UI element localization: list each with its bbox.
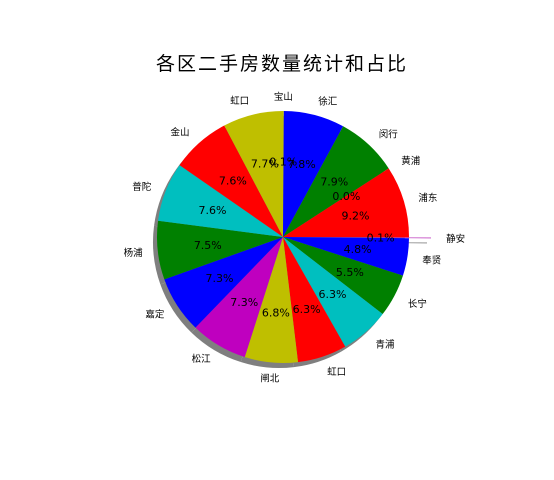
pie-chart: 各区二手房数量统计和占比 0.1%7.8%7.9%0.0%9.2%0.1%4.8…	[124, 53, 465, 385]
pie-percent-label: 7.3%	[230, 296, 258, 309]
pie-category-label: 奉贤	[422, 255, 442, 267]
pie-category-label: 金山	[170, 126, 189, 138]
pie-category-label: 松江	[192, 353, 212, 365]
pie-category-label: 浦东	[418, 192, 437, 204]
pie-category-label: 宝山	[274, 91, 293, 103]
pie-percent-label: 7.6%	[219, 174, 247, 187]
pie-category-label: 徐汇	[318, 95, 338, 107]
pie-percent-label: 6.3%	[293, 303, 321, 316]
pie-percent-label: 6.8%	[262, 306, 290, 319]
pie-percent-label: 4.8%	[344, 243, 372, 256]
pie-category-label: 虹口	[327, 367, 346, 378]
pie-category-label: 闸北	[260, 373, 280, 385]
pie-category-label: 黄浦	[401, 155, 421, 167]
pie-percent-label: 7.9%	[320, 176, 348, 189]
pie-category-label: 静安	[446, 233, 465, 245]
pie-percent-label: 5.5%	[336, 266, 364, 279]
pie-percent-label: 7.7%	[251, 158, 279, 171]
pie-percent-label: 7.8%	[288, 158, 316, 171]
pie-percent-label: 7.5%	[194, 239, 222, 252]
pie-category-label: 虹口	[230, 96, 249, 107]
pie-percent-label: 7.3%	[206, 272, 234, 285]
pie-percent-label: 0.0%	[332, 190, 360, 203]
pie-percent-label: 6.3%	[319, 288, 347, 301]
pie-category-label: 青浦	[376, 339, 396, 351]
pie-category-label: 嘉定	[145, 309, 165, 321]
pie-category-label: 闵行	[379, 128, 399, 140]
pie-category-label: 普陀	[132, 181, 152, 193]
pie-category-label: 长宁	[408, 298, 427, 310]
pie-percent-label: 9.2%	[342, 210, 370, 223]
pie-percent-label: 7.6%	[199, 204, 227, 217]
pie-category-label: 杨浦	[124, 247, 144, 259]
chart-title: 各区二手房数量统计和占比	[156, 53, 408, 75]
